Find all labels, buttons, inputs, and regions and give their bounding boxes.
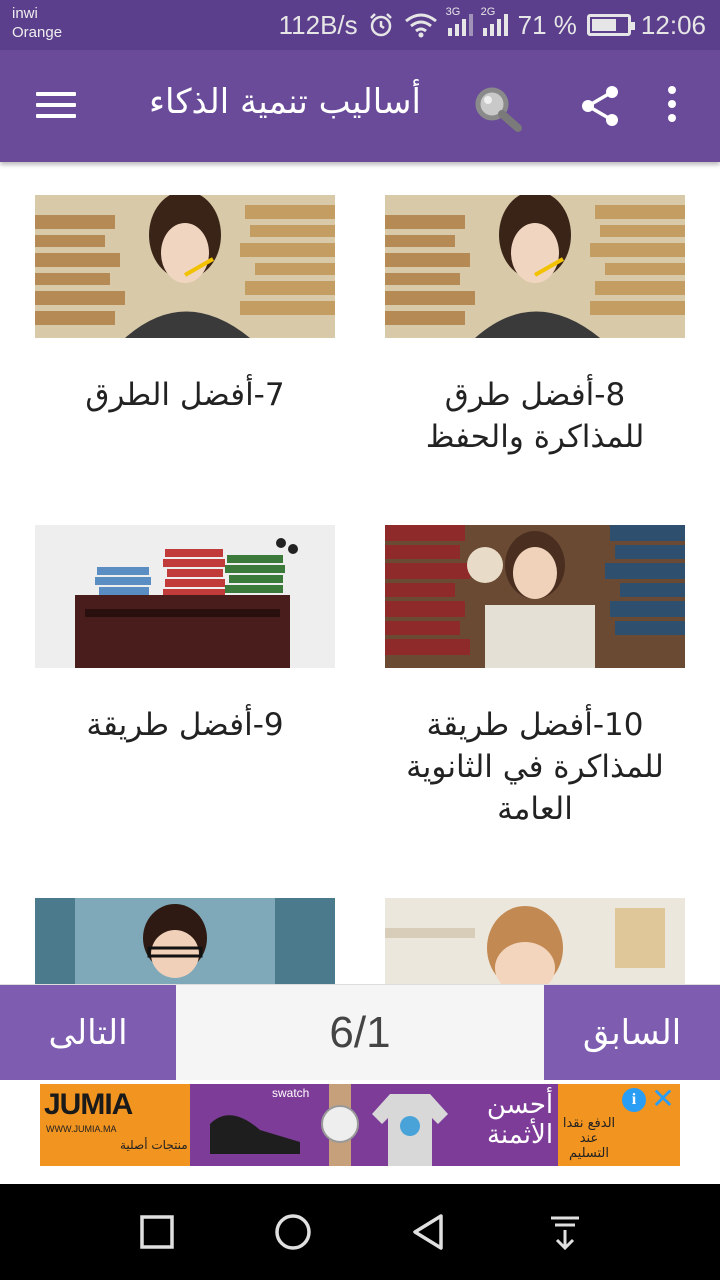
lesson-title: 7-أفضل الطرق xyxy=(85,377,285,413)
pager: التالى 6/1 السابق xyxy=(0,984,720,1081)
menu-icon[interactable] xyxy=(36,92,76,120)
ad-brand-logo: JUMIA xyxy=(44,1088,133,1121)
carrier-info: inwi Orange xyxy=(12,4,62,42)
lessons-grid: 8-أفضل طرق للمذاكرة والحفظ 7-أفضل الطرق xyxy=(0,162,720,984)
lesson-card[interactable]: 8-أفضل طرق للمذاكرة والحفظ xyxy=(385,195,685,458)
watch-image xyxy=(321,1084,359,1166)
lesson-card[interactable]: 9-أفضل طريقة xyxy=(35,525,335,746)
lesson-thumbnail xyxy=(35,525,335,668)
notifications-pull-down-icon[interactable] xyxy=(545,1212,585,1252)
signal-sim1-icon: 3G xyxy=(446,6,473,36)
lesson-card[interactable] xyxy=(385,898,685,984)
status-bar: inwi Orange 112B/s 3G 2G 71 % 12:06 xyxy=(0,0,720,50)
lesson-thumbnail xyxy=(35,195,335,338)
wifi-icon xyxy=(404,13,437,38)
carrier-name-1: inwi xyxy=(12,5,38,22)
ad-info-icon[interactable]: i xyxy=(622,1088,646,1112)
lesson-title: 8-أفضل طرق للمذاكرة والحفظ xyxy=(425,377,645,455)
ad-url: WWW.JUMIA.MA xyxy=(46,1124,117,1134)
ad-payment-text: الدفع نقدا عند التسليم xyxy=(562,1116,616,1161)
ad-watch-brand: swatch xyxy=(272,1086,310,1100)
status-icons: 112B/s 3G 2G 71 % 12:06 xyxy=(278,6,706,42)
ad-brand-panel: JUMIA WWW.JUMIA.MA منتجات أصلية xyxy=(40,1084,190,1166)
battery-percent: 71 % xyxy=(517,9,577,40)
search-icon[interactable] xyxy=(470,84,526,134)
next-button[interactable]: التالى xyxy=(0,985,176,1081)
lesson-title: 9-أفضل طريقة xyxy=(86,707,284,743)
shoe-image xyxy=(210,1115,300,1154)
page-indicator: 6/1 xyxy=(329,1008,391,1057)
battery-icon xyxy=(586,14,635,36)
ad-banner[interactable]: JUMIA WWW.JUMIA.MA منتجات أصلية swatch أ… xyxy=(40,1084,680,1166)
lesson-thumbnail xyxy=(35,898,335,984)
ad-authentic-label: منتجات أصلية xyxy=(120,1138,188,1152)
signal-sim2-icon: 2G xyxy=(481,6,508,36)
lesson-title: 10-أفضل طريقة للمذاكرة في الثانوية العام… xyxy=(406,707,664,827)
lesson-card[interactable] xyxy=(35,898,335,984)
sweater-image xyxy=(372,1094,448,1166)
system-nav-bar xyxy=(0,1184,720,1280)
lesson-card[interactable]: 7-أفضل الطرق xyxy=(35,195,335,416)
previous-button[interactable]: السابق xyxy=(544,985,720,1081)
ad-headline: أحسن الأثمنة xyxy=(486,1090,554,1150)
alarm-icon xyxy=(369,13,392,37)
recents-square-icon[interactable] xyxy=(137,1212,177,1252)
lesson-thumbnail xyxy=(385,898,685,984)
page-title: أساليب تنمية الذكاء xyxy=(149,82,421,122)
lesson-thumbnail xyxy=(385,195,685,338)
share-icon[interactable] xyxy=(578,84,622,128)
app-bar: أساليب تنمية الذكاء xyxy=(0,50,720,162)
ad-close-icon[interactable]: ✕ xyxy=(650,1085,676,1113)
more-vert-icon[interactable] xyxy=(664,86,680,126)
ad-area: JUMIA WWW.JUMIA.MA منتجات أصلية swatch أ… xyxy=(0,1080,720,1184)
clock: 12:06 xyxy=(640,9,706,40)
carrier-name-2: Orange xyxy=(12,24,63,41)
lesson-card[interactable]: 10-أفضل طريقة للمذاكرة في الثانوية العام… xyxy=(385,525,685,830)
network-speed: 112B/s xyxy=(278,9,358,40)
lesson-thumbnail xyxy=(385,525,685,668)
back-triangle-icon[interactable] xyxy=(409,1212,449,1252)
home-circle-icon[interactable] xyxy=(273,1212,313,1252)
